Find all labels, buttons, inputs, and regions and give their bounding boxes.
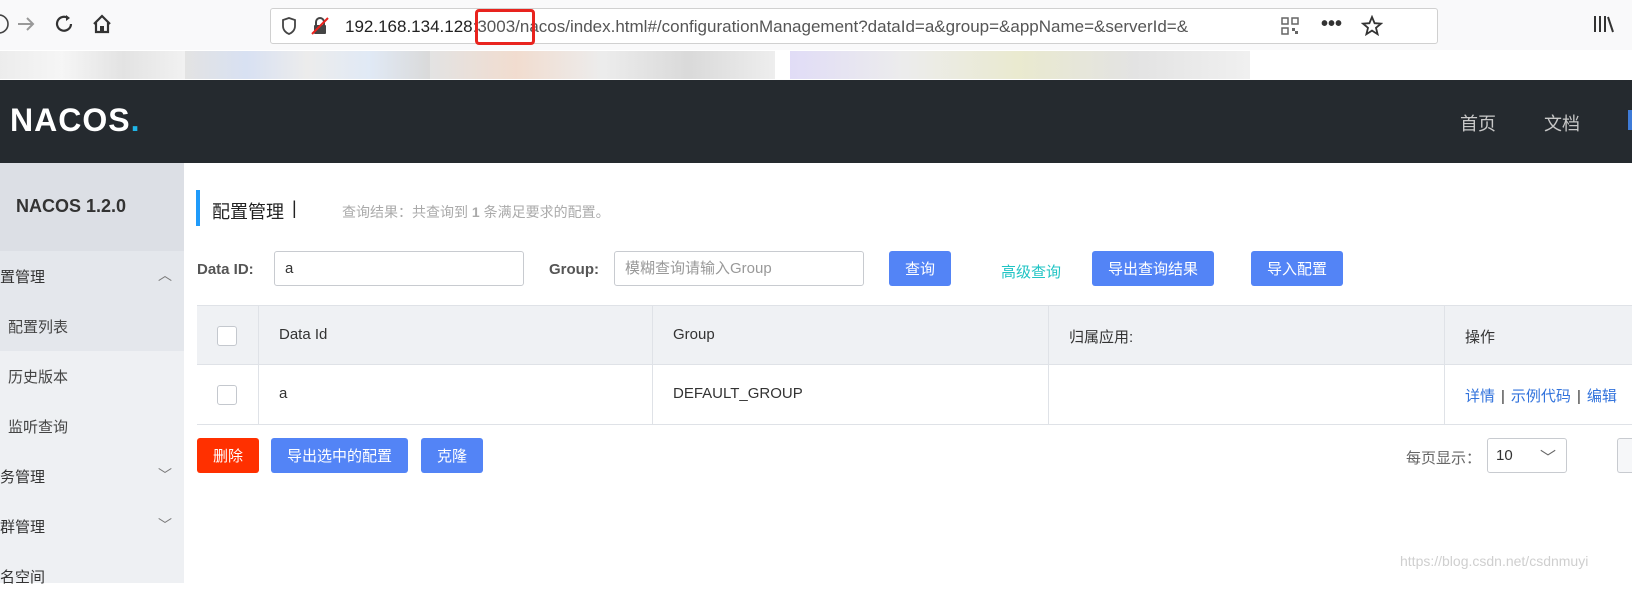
sidebar-item-config-management[interactable]: 置管理 ︿ — [0, 251, 184, 301]
column-header-group: Group — [653, 306, 1049, 365]
version-label: NACOS 1.2.0 — [0, 163, 184, 251]
nav-docs-link[interactable]: 文档 — [1544, 110, 1580, 136]
row-checkbox-cell — [197, 365, 259, 424]
sidebar: NACOS 1.2.0 置管理 ︿ 配置列表 历史版本 监听查询 务管理 ﹀ 群… — [0, 163, 184, 586]
sidebar-item-label: 历史版本 — [8, 369, 69, 386]
sidebar-item-label: 监听查询 — [8, 419, 69, 436]
delete-button[interactable]: 删除 — [197, 438, 259, 473]
sidebar-item-label: 置管理 — [0, 269, 46, 286]
column-header-app: 归属应用: — [1049, 306, 1445, 365]
reload-icon[interactable] — [50, 10, 78, 38]
chevron-down-icon: ﹀ — [158, 517, 172, 533]
clone-button[interactable]: 克隆 — [421, 438, 483, 473]
details-link[interactable]: 详情 — [1465, 388, 1495, 405]
cell-group: DEFAULT_GROUP — [653, 365, 1049, 424]
page-size-label: 每页显示： — [1406, 450, 1482, 467]
sample-code-link[interactable]: 示例代码 — [1511, 388, 1571, 405]
column-header-data-id: Data Id — [259, 306, 653, 365]
watermark: https://blog.csdn.net/csdnmuyi — [1400, 553, 1589, 569]
blurred-bookmarks — [185, 51, 430, 79]
sidebar-item-listener-query[interactable]: 监听查询 — [0, 401, 184, 451]
nav-home-link[interactable]: 首页 — [1460, 110, 1496, 136]
data-id-label: Data ID: — [197, 261, 254, 278]
group-input[interactable] — [614, 251, 864, 286]
insecure-lock-icon — [311, 17, 329, 40]
page-size-value: 10 — [1496, 447, 1513, 464]
more-icon[interactable]: ••• — [1321, 13, 1342, 36]
sidebar-item-label: 群管理 — [0, 519, 46, 536]
sidebar-item-namespace[interactable]: 名空间 — [0, 551, 184, 601]
app-header: NACOS. 首页 文档 — [0, 80, 1632, 163]
page-title: 配置管理 — [212, 202, 284, 222]
table-row: a DEFAULT_GROUP 详情 | 示例代码 | 编辑 — [197, 365, 1632, 425]
data-id-input[interactable] — [274, 251, 524, 286]
sidebar-item-config-list[interactable]: 配置列表 — [0, 301, 184, 351]
page-size-select[interactable]: 10 ﹀ — [1487, 438, 1567, 473]
column-header-actions: 操作 — [1465, 329, 1496, 346]
query-button[interactable]: 查询 — [889, 251, 951, 286]
library-icon[interactable] — [1592, 14, 1614, 39]
title-accent-bar — [196, 190, 200, 226]
chevron-up-icon: ︿ — [158, 267, 172, 283]
home-icon[interactable] — [88, 10, 116, 38]
advanced-query-link[interactable]: 高级查询 — [1001, 261, 1061, 282]
table-header: Data Id Group 归属应用: 操作 — [197, 305, 1632, 365]
header-edge-icon[interactable] — [1628, 110, 1632, 130]
cell-actions: 详情 | 示例代码 | 编辑 — [1465, 388, 1617, 405]
pagination-edge[interactable] — [1617, 438, 1632, 473]
chevron-down-icon: ﹀ — [158, 467, 172, 483]
bookmark-star-icon[interactable] — [1360, 14, 1384, 42]
sidebar-item-service-management[interactable]: 务管理 ﹀ — [0, 451, 184, 501]
chevron-down-icon: ﹀ — [1539, 450, 1556, 467]
edit-link[interactable]: 编辑 — [1587, 388, 1617, 405]
port-highlight-box — [475, 9, 535, 45]
forward-icon[interactable] — [12, 10, 40, 38]
group-label: Group: — [549, 261, 599, 278]
sidebar-item-history[interactable]: 历史版本 — [0, 351, 184, 401]
select-all-checkbox[interactable] — [217, 326, 237, 346]
export-selected-button[interactable]: 导出选中的配置 — [271, 438, 408, 473]
cell-app — [1049, 365, 1445, 424]
header-checkbox-cell — [197, 306, 259, 365]
export-results-button[interactable]: 导出查询结果 — [1092, 251, 1214, 286]
sidebar-item-label: 配置列表 — [8, 319, 69, 336]
address-bar[interactable]: 192.168.134.128:3003/nacos/index.html#/c… — [270, 8, 1438, 44]
blurred-bookmarks — [0, 51, 185, 79]
import-config-button[interactable]: 导入配置 — [1251, 251, 1343, 286]
shield-icon — [281, 17, 297, 40]
qr-code-icon[interactable] — [1281, 17, 1299, 40]
title-separator: | — [292, 198, 297, 218]
blurred-bookmarks — [430, 51, 775, 79]
browser-toolbar: 192.168.134.128:3003/nacos/index.html#/c… — [0, 0, 1632, 50]
cell-data-id: a — [259, 365, 653, 424]
blurred-bookmarks — [790, 51, 1250, 79]
sidebar-item-label: 务管理 — [0, 469, 46, 486]
nacos-logo[interactable]: NACOS. — [10, 102, 140, 139]
row-checkbox[interactable] — [217, 385, 237, 405]
sidebar-item-cluster-management[interactable]: 群管理 ﹀ — [0, 501, 184, 551]
sidebar-item-label: 名空间 — [0, 569, 46, 586]
query-result-summary: 查询结果：共查询到 1 条满足要求的配置。 — [342, 204, 610, 220]
